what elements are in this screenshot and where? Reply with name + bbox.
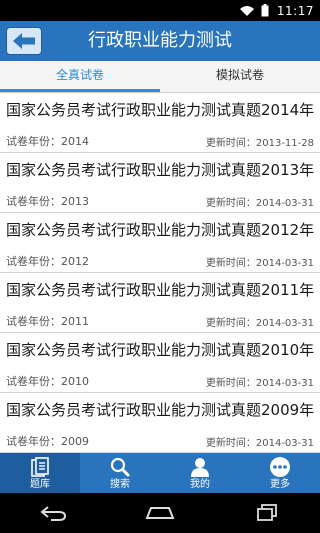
list-item[interactable]: 国家公务员考试行政职业能力测试真题2012年 试卷年份：2012 更新时间：20… — [0, 213, 320, 273]
paper-title: 国家公务员考试行政职业能力测试真题2011年 — [6, 281, 315, 299]
paper-list: 国家公务员考试行政职业能力测试真题2014年 试卷年份：2014 更新时间：20… — [0, 93, 320, 453]
status-bar: 11:17 — [0, 0, 320, 21]
search-icon — [110, 457, 130, 477]
paper-title: 国家公务员考试行政职业能力测试真题2014年 — [6, 101, 315, 119]
list-item[interactable]: 国家公务员考试行政职业能力测试真题2009年 试卷年份：2009 更新时间：20… — [0, 393, 320, 453]
paper-year: 试卷年份：2014 — [6, 135, 89, 148]
recents-icon — [256, 504, 277, 521]
back-button[interactable] — [6, 27, 42, 55]
title-bar: 行政职业能力测试 — [0, 21, 320, 61]
paper-year: 试卷年份：2011 — [6, 315, 89, 328]
system-home-button[interactable] — [140, 498, 180, 528]
list-item[interactable]: 国家公务员考试行政职业能力测试真题2010年 试卷年份：2010 更新时间：20… — [0, 333, 320, 393]
list-item[interactable]: 国家公务员考试行政职业能力测试真题2013年 试卷年份：2013 更新时间：20… — [0, 153, 320, 213]
nav-more[interactable]: 更多 — [240, 453, 320, 493]
status-icons: 11:17 — [239, 0, 314, 21]
paper-updated: 更新时间：2013-11-28 — [205, 138, 314, 149]
paper-year: 试卷年份：2012 — [6, 255, 89, 268]
paper-updated: 更新时间：2014-03-31 — [205, 258, 314, 269]
paper-year: 试卷年份：2013 — [6, 195, 89, 208]
tab-real-papers[interactable]: 全真试卷 — [0, 61, 160, 92]
nav-question-bank[interactable]: 题库 — [0, 453, 80, 493]
document-icon — [31, 457, 49, 477]
clock: 11:17 — [276, 3, 314, 18]
paper-title: 国家公务员考试行政职业能力测试真题2010年 — [6, 341, 315, 359]
nav-label: 更多 — [270, 479, 290, 490]
nav-label: 题库 — [30, 479, 50, 490]
paper-updated: 更新时间：2014-03-31 — [205, 198, 314, 209]
list-item[interactable]: 国家公务员考试行政职业能力测试真题2011年 试卷年份：2011 更新时间：20… — [0, 273, 320, 333]
back-arrow-icon — [40, 506, 67, 521]
paper-updated: 更新时间：2014-03-31 — [205, 378, 314, 389]
paper-title: 国家公务员考试行政职业能力测试真题2013年 — [6, 161, 315, 179]
bottom-nav: 题库 搜索 我的 更多 — [0, 453, 320, 493]
system-recents-button[interactable] — [247, 498, 287, 528]
paper-updated: 更新时间：2014-03-31 — [205, 318, 314, 329]
paper-year: 试卷年份：2009 — [6, 435, 89, 448]
battery-icon — [261, 4, 269, 17]
paper-title: 国家公务员考试行政职业能力测试真题2009年 — [6, 401, 315, 419]
nav-mine[interactable]: 我的 — [160, 453, 240, 493]
list-item[interactable]: 国家公务员考试行政职业能力测试真题2014年 试卷年份：2014 更新时间：20… — [0, 93, 320, 153]
arrow-left-icon — [13, 33, 35, 49]
nav-label: 我的 — [190, 479, 210, 490]
system-back-button[interactable] — [33, 498, 73, 528]
more-icon — [270, 457, 290, 477]
system-nav-bar — [0, 493, 320, 533]
wifi-icon — [239, 5, 254, 16]
paper-title: 国家公务员考试行政职业能力测试真题2012年 — [6, 221, 315, 239]
home-icon — [145, 507, 175, 519]
page-title: 行政职业能力测试 — [88, 30, 232, 51]
paper-year: 试卷年份：2010 — [6, 375, 89, 388]
paper-updated: 更新时间：2014-03-31 — [205, 438, 314, 449]
tab-mock-papers[interactable]: 模拟试卷 — [160, 61, 320, 92]
nav-search[interactable]: 搜索 — [80, 453, 160, 493]
tab-bar: 全真试卷 模拟试卷 — [0, 61, 320, 93]
user-icon — [191, 458, 209, 477]
nav-label: 搜索 — [110, 479, 130, 490]
